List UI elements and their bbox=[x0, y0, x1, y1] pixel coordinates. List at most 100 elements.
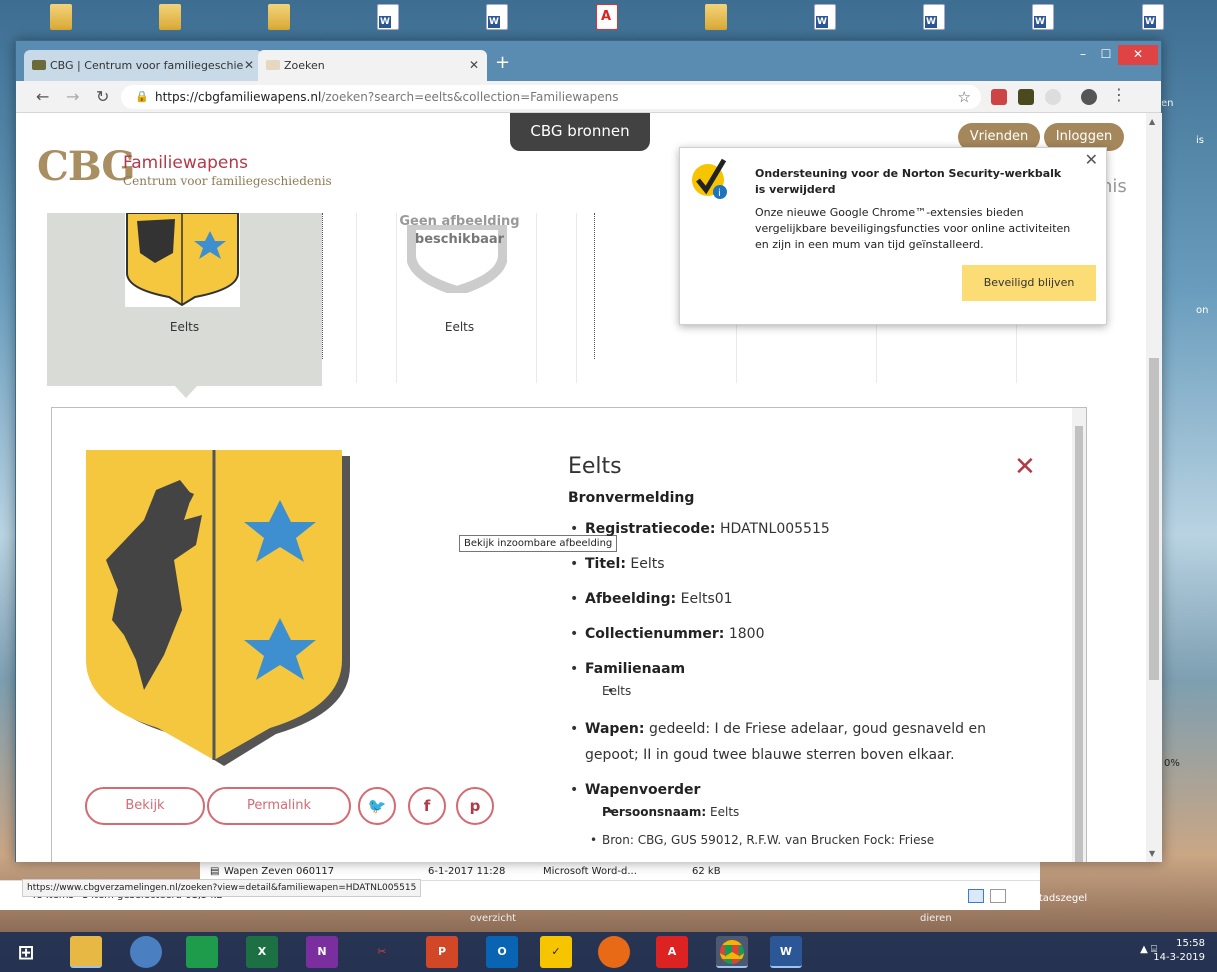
field-wapenvoerder: Wapenvoerder Persoonsnaam: Eelts bbox=[568, 777, 1008, 821]
word-document-icon[interactable] bbox=[1142, 4, 1164, 30]
file-date: 6-1-2017 11:28 bbox=[428, 865, 506, 877]
clock[interactable]: 15:58 14-3-2019 bbox=[1153, 937, 1205, 965]
scroll-thumb[interactable] bbox=[1075, 426, 1083, 862]
desktop-label: overzicht bbox=[470, 913, 517, 924]
pinterest-icon[interactable]: p bbox=[456, 787, 494, 825]
profile-icon[interactable] bbox=[1081, 89, 1097, 105]
scroll-thumb[interactable] bbox=[1149, 358, 1159, 680]
scroll-down-icon[interactable]: ▼ bbox=[1149, 849, 1155, 858]
field-label: Wapenvoerder bbox=[585, 782, 701, 798]
cbg-bronnen-tab[interactable]: CBG bronnen bbox=[510, 113, 650, 151]
folder-icon[interactable] bbox=[268, 4, 290, 30]
bekijk-button[interactable]: Bekijk bbox=[85, 787, 205, 825]
word-document-icon[interactable] bbox=[814, 4, 836, 30]
result-card-eelts[interactable]: Eelts bbox=[47, 213, 322, 386]
store-icon[interactable] bbox=[186, 936, 218, 968]
norton-icon[interactable]: ✓ bbox=[540, 936, 572, 968]
page-scrollbar[interactable]: ▲ ▼ bbox=[1146, 113, 1162, 862]
no-image-line: Geen afbeelding bbox=[399, 214, 520, 229]
field-registratiecode: Registratiecode: HDATNL005515 bbox=[568, 516, 1008, 542]
facebook-icon[interactable]: f bbox=[408, 787, 446, 825]
word-document-icon[interactable] bbox=[1032, 4, 1054, 30]
tab-zoeken[interactable]: Zoeken ✕ bbox=[258, 50, 487, 81]
scroll-up-icon[interactable]: ▲ bbox=[1149, 117, 1155, 126]
word-document-icon[interactable] bbox=[377, 4, 399, 30]
field-value: 1800 bbox=[728, 626, 765, 642]
folder-icon[interactable] bbox=[159, 4, 181, 30]
outlook-icon[interactable]: O bbox=[486, 936, 518, 968]
field-value: Eelts bbox=[630, 556, 665, 572]
field-label: Familienaam bbox=[585, 661, 686, 677]
minimize-button[interactable]: – bbox=[1071, 45, 1095, 65]
taskbar: ⊞ X N ✂ P O ✓ A W ▲ ⌸ 15:58 14-3-2019 bbox=[0, 932, 1217, 972]
file-explorer-icon[interactable] bbox=[70, 936, 102, 968]
url-path: /zoeken?search=eelts&collection=Familiew… bbox=[321, 90, 619, 104]
field-collectienummer: Collectienummer: 1800 bbox=[568, 621, 1008, 647]
large-icons-view-icon[interactable] bbox=[990, 889, 1006, 903]
close-icon[interactable]: ✕ bbox=[1085, 150, 1098, 169]
desktop-label: 0% bbox=[1164, 758, 1180, 769]
field-value: Eelts bbox=[710, 805, 740, 819]
permalink-button[interactable]: Permalink bbox=[207, 787, 351, 825]
folder-icon[interactable] bbox=[705, 4, 727, 30]
powerpoint-icon[interactable]: P bbox=[426, 936, 458, 968]
pdf-extension-icon[interactable] bbox=[991, 89, 1007, 105]
separator bbox=[322, 213, 323, 359]
close-icon[interactable]: ✕ bbox=[1014, 452, 1036, 482]
separator bbox=[594, 213, 595, 359]
twitter-icon[interactable]: 🐦 bbox=[358, 787, 396, 825]
detail-title: Eelts bbox=[568, 454, 622, 479]
lock-icon: 🔒 bbox=[135, 90, 149, 103]
firefox-icon[interactable] bbox=[598, 936, 630, 968]
chrome-logo bbox=[720, 940, 744, 964]
extension-icon[interactable] bbox=[1045, 89, 1061, 105]
desktop-label: en stadszegel bbox=[1018, 893, 1088, 904]
acrobat-icon[interactable]: A bbox=[656, 936, 688, 968]
pdf-icon[interactable] bbox=[596, 4, 618, 30]
details-view-icon[interactable] bbox=[968, 889, 984, 903]
field-value: gedeeld: I de Friese adelaar, goud gesna… bbox=[585, 721, 986, 763]
windows-start-icon[interactable]: ⊞ bbox=[10, 936, 42, 968]
field-value: Eelts bbox=[585, 682, 1008, 700]
bookmark-star-icon[interactable]: ☆ bbox=[958, 85, 971, 109]
word-document-icon[interactable] bbox=[486, 4, 508, 30]
network-icon[interactable] bbox=[130, 936, 162, 968]
clock-time: 15:58 bbox=[1176, 938, 1205, 949]
excel-icon[interactable]: X bbox=[246, 936, 278, 968]
forward-button[interactable]: → bbox=[66, 87, 79, 106]
field-afbeelding: Afbeelding: Eelts01 bbox=[568, 586, 1008, 612]
coat-of-arms-image[interactable] bbox=[84, 450, 354, 768]
close-icon[interactable]: ✕ bbox=[469, 58, 479, 72]
cbg-logo[interactable]: CBG bbox=[37, 143, 136, 190]
address-bar[interactable]: 🔒 https://cbgfamiliewapens.nl/zoeken?sea… bbox=[121, 85, 981, 109]
word-icon[interactable]: W bbox=[770, 936, 802, 968]
no-image-line: beschikbaar bbox=[414, 232, 505, 247]
close-icon[interactable]: ✕ bbox=[244, 58, 254, 72]
detail-fields: Registratiecode: HDATNL005515 Titel: Eel… bbox=[568, 516, 1008, 849]
back-button[interactable]: ← bbox=[36, 87, 49, 106]
close-window-button[interactable]: ✕ bbox=[1118, 45, 1158, 65]
snipping-tool-icon[interactable]: ✂ bbox=[366, 936, 398, 968]
word-file-icon: ▤ bbox=[210, 865, 220, 877]
file-row[interactable]: ▤ Wapen Zeven 060117 6-1-2017 11:28 Micr… bbox=[200, 862, 1040, 880]
onenote-icon[interactable]: N bbox=[306, 936, 338, 968]
detail-scrollbar[interactable] bbox=[1072, 408, 1086, 862]
result-card-eelts-noimg[interactable]: Geen afbeelding beschikbaar Eelts bbox=[322, 213, 597, 386]
tab-title: CBG | Centrum voor familiegeschie bbox=[50, 59, 244, 72]
toolbar: ← → ↻ 🔒 https://cbgfamiliewapens.nl/zoek… bbox=[16, 81, 1161, 113]
field-label: Persoonsnaam: bbox=[602, 805, 707, 819]
beveiligd-blijven-button[interactable]: Beveiligd blijven bbox=[962, 265, 1096, 301]
chrome-icon[interactable] bbox=[716, 936, 748, 968]
tab-cbg[interactable]: CBG | Centrum voor familiegeschie ✕ bbox=[24, 50, 262, 81]
maximize-button[interactable]: ☐ bbox=[1094, 45, 1118, 65]
menu-icon[interactable]: ⋮ bbox=[1111, 85, 1127, 104]
reload-button[interactable]: ↻ bbox=[96, 87, 109, 106]
norton-extension-icon[interactable] bbox=[1018, 89, 1034, 105]
new-tab-button[interactable]: + bbox=[495, 52, 510, 73]
word-document-icon[interactable] bbox=[923, 4, 945, 30]
field-label: Registratiecode: bbox=[585, 521, 716, 537]
norton-check-icon: i bbox=[692, 158, 727, 199]
field-value: Eelts01 bbox=[680, 591, 733, 607]
clock-date: 14-3-2019 bbox=[1153, 952, 1205, 963]
folder-icon[interactable] bbox=[50, 4, 72, 30]
